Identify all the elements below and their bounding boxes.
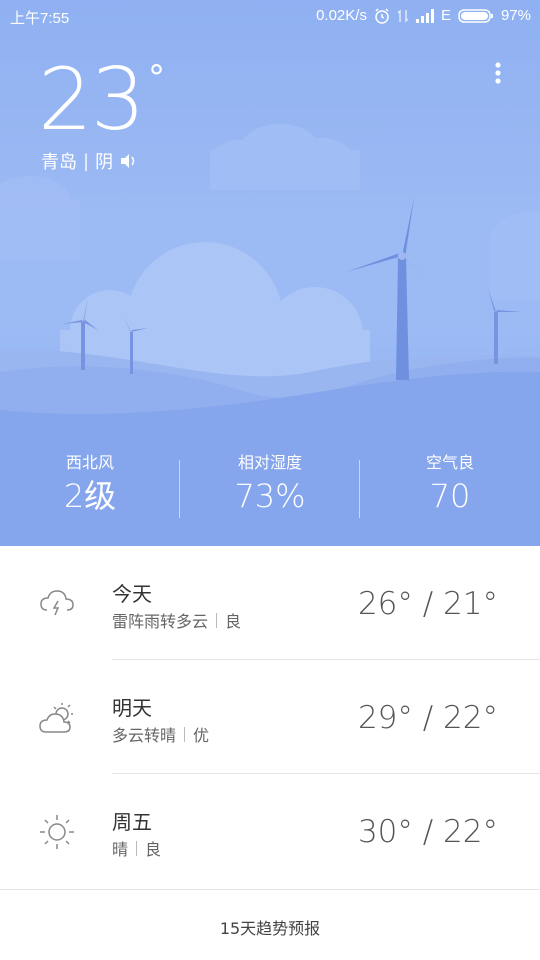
current-condition: 阴 (95, 152, 114, 173)
air-quality-label: 空气良 (425, 453, 474, 472)
day-description: 多云转晴 优 (112, 722, 209, 746)
weather-text: 晴 (112, 840, 129, 859)
network-speed: 0.02K/s (316, 7, 367, 24)
status-bar: 上午7:55 0.02K/s E 97% (0, 0, 540, 32)
weather-text: 雷阵雨转多云 (112, 612, 209, 631)
humidity-stat: 相对湿度 73% (210, 452, 330, 518)
more-options-icon[interactable] (488, 60, 508, 86)
humidity-label: 相对湿度 (237, 453, 302, 472)
degree-symbol: ° (148, 58, 165, 98)
signal-icon (415, 8, 434, 23)
weather-text: 多云转晴 (112, 726, 177, 745)
forecast-row-today[interactable]: 今天 雷阵雨转多云 良 26° / 21° (0, 546, 540, 660)
day-name: 今天 (112, 582, 152, 606)
day-name: 明天 (112, 696, 152, 720)
speaker-icon[interactable] (119, 152, 139, 170)
humidity-value: 73% (234, 477, 306, 515)
status-indicators: 0.02K/s E 97% (316, 7, 531, 24)
forecast-row-tomorrow[interactable]: 明天 多云转晴 优 29° / 22° (0, 660, 540, 774)
stat-divider (179, 460, 180, 518)
desc-separator (184, 726, 186, 742)
day-description: 晴 良 (112, 836, 161, 860)
stat-divider (359, 460, 360, 518)
weather-stats: 西北风 2级 相对湿度 73% 空气良 70 (0, 452, 540, 522)
data-transfer-icon (397, 8, 409, 23)
location-separator: | (83, 150, 90, 172)
fifteen-day-forecast-link[interactable]: 15天趋势预报 (0, 915, 540, 939)
day-name: 周五 (112, 810, 152, 834)
wind-value: 2级 (63, 477, 117, 515)
temperature-range: 26° / 21° (357, 586, 498, 622)
air-quality-text: 优 (193, 726, 210, 745)
day-description: 雷阵雨转多云 良 (112, 608, 241, 632)
air-quality-value: 70 (429, 477, 471, 515)
desc-separator (136, 840, 138, 856)
thunderstorm-icon (40, 590, 74, 616)
desc-separator (216, 612, 218, 628)
air-quality-stat[interactable]: 空气良 70 (400, 452, 500, 518)
wind-stat: 西北风 2级 (40, 452, 140, 518)
sun-icon (40, 815, 74, 849)
air-quality-text: 良 (225, 612, 242, 631)
temperature-range: 29° / 22° (357, 700, 498, 736)
forecast-row-friday[interactable]: 周五 晴 良 30° / 22° (0, 774, 540, 888)
wind-label: 西北风 (65, 453, 114, 472)
current-temperature: 23 (38, 50, 145, 150)
battery-icon (458, 8, 493, 23)
temperature-range: 30° / 22° (357, 814, 498, 850)
bottom-divider (0, 889, 540, 890)
partly-cloudy-icon (39, 703, 73, 733)
alarm-icon (375, 7, 389, 24)
weather-hero: 上午7:55 0.02K/s E 97% 23 ° 青岛 | 阴 西北风 2级 … (0, 0, 540, 546)
location-row: 青岛 | 阴 (41, 148, 139, 174)
network-type: E (440, 7, 451, 24)
status-time: 上午7:55 (10, 10, 70, 27)
battery-level: 97% (500, 7, 531, 24)
city-name[interactable]: 青岛 (41, 148, 77, 174)
air-quality-text: 良 (145, 840, 162, 859)
